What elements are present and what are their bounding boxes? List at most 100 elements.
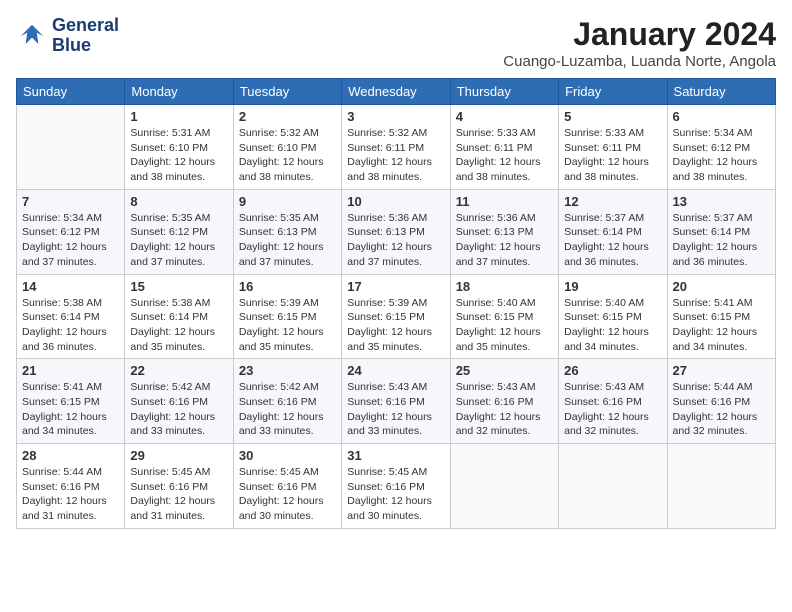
calendar-cell: 16 Sunrise: 5:39 AM Sunset: 6:15 PM Dayl… xyxy=(233,274,341,359)
calendar-day-header: Wednesday xyxy=(342,79,450,105)
day-number: 22 xyxy=(130,363,227,378)
calendar-cell: 22 Sunrise: 5:42 AM Sunset: 6:16 PM Dayl… xyxy=(125,359,233,444)
daylight-text: Daylight: 12 hours and 37 minutes. xyxy=(239,241,324,268)
day-info: Sunrise: 5:45 AM Sunset: 6:16 PM Dayligh… xyxy=(239,465,336,524)
calendar-day-header: Monday xyxy=(125,79,233,105)
location-subtitle: Cuango-Luzamba, Luanda Norte, Angola xyxy=(503,53,776,70)
day-info: Sunrise: 5:37 AM Sunset: 6:14 PM Dayligh… xyxy=(673,211,770,270)
day-number: 12 xyxy=(564,194,661,209)
sunset-text: Sunset: 6:12 PM xyxy=(130,226,208,238)
day-number: 2 xyxy=(239,109,336,124)
calendar-header-row: SundayMondayTuesdayWednesdayThursdayFrid… xyxy=(17,79,776,105)
sunrise-text: Sunrise: 5:40 AM xyxy=(564,297,644,309)
calendar-cell: 27 Sunrise: 5:44 AM Sunset: 6:16 PM Dayl… xyxy=(667,359,775,444)
day-number: 27 xyxy=(673,363,770,378)
daylight-text: Daylight: 12 hours and 36 minutes. xyxy=(22,326,107,353)
sunrise-text: Sunrise: 5:35 AM xyxy=(239,212,319,224)
daylight-text: Daylight: 12 hours and 35 minutes. xyxy=(347,326,432,353)
calendar-cell: 28 Sunrise: 5:44 AM Sunset: 6:16 PM Dayl… xyxy=(17,444,125,529)
calendar-cell: 3 Sunrise: 5:32 AM Sunset: 6:11 PM Dayli… xyxy=(342,105,450,190)
sunset-text: Sunset: 6:13 PM xyxy=(239,226,317,238)
day-info: Sunrise: 5:37 AM Sunset: 6:14 PM Dayligh… xyxy=(564,211,661,270)
calendar-cell: 23 Sunrise: 5:42 AM Sunset: 6:16 PM Dayl… xyxy=(233,359,341,444)
calendar-week-row: 21 Sunrise: 5:41 AM Sunset: 6:15 PM Dayl… xyxy=(17,359,776,444)
day-number: 24 xyxy=(347,363,444,378)
daylight-text: Daylight: 12 hours and 37 minutes. xyxy=(456,241,541,268)
day-info: Sunrise: 5:40 AM Sunset: 6:15 PM Dayligh… xyxy=(456,296,553,355)
sunrise-text: Sunrise: 5:42 AM xyxy=(130,381,210,393)
day-info: Sunrise: 5:42 AM Sunset: 6:16 PM Dayligh… xyxy=(130,380,227,439)
calendar-cell: 14 Sunrise: 5:38 AM Sunset: 6:14 PM Dayl… xyxy=(17,274,125,359)
sunrise-text: Sunrise: 5:35 AM xyxy=(130,212,210,224)
day-info: Sunrise: 5:33 AM Sunset: 6:11 PM Dayligh… xyxy=(564,126,661,185)
day-info: Sunrise: 5:36 AM Sunset: 6:13 PM Dayligh… xyxy=(347,211,444,270)
day-number: 30 xyxy=(239,448,336,463)
day-number: 1 xyxy=(130,109,227,124)
month-year-title: January 2024 xyxy=(503,16,776,53)
day-info: Sunrise: 5:36 AM Sunset: 6:13 PM Dayligh… xyxy=(456,211,553,270)
calendar-cell: 26 Sunrise: 5:43 AM Sunset: 6:16 PM Dayl… xyxy=(559,359,667,444)
calendar-week-row: 14 Sunrise: 5:38 AM Sunset: 6:14 PM Dayl… xyxy=(17,274,776,359)
sunrise-text: Sunrise: 5:44 AM xyxy=(673,381,753,393)
calendar-cell: 31 Sunrise: 5:45 AM Sunset: 6:16 PM Dayl… xyxy=(342,444,450,529)
logo-text: General Blue xyxy=(52,16,119,56)
day-number: 26 xyxy=(564,363,661,378)
calendar-cell: 2 Sunrise: 5:32 AM Sunset: 6:10 PM Dayli… xyxy=(233,105,341,190)
calendar-cell: 13 Sunrise: 5:37 AM Sunset: 6:14 PM Dayl… xyxy=(667,189,775,274)
daylight-text: Daylight: 12 hours and 33 minutes. xyxy=(239,411,324,438)
sunset-text: Sunset: 6:13 PM xyxy=(347,226,425,238)
calendar-cell xyxy=(17,105,125,190)
sunset-text: Sunset: 6:16 PM xyxy=(347,481,425,493)
day-number: 3 xyxy=(347,109,444,124)
sunrise-text: Sunrise: 5:37 AM xyxy=(673,212,753,224)
daylight-text: Daylight: 12 hours and 32 minutes. xyxy=(673,411,758,438)
day-info: Sunrise: 5:43 AM Sunset: 6:16 PM Dayligh… xyxy=(456,380,553,439)
sunrise-text: Sunrise: 5:41 AM xyxy=(22,381,102,393)
day-info: Sunrise: 5:41 AM Sunset: 6:15 PM Dayligh… xyxy=(22,380,119,439)
calendar-cell xyxy=(450,444,558,529)
sunset-text: Sunset: 6:11 PM xyxy=(347,142,424,154)
calendar-cell: 25 Sunrise: 5:43 AM Sunset: 6:16 PM Dayl… xyxy=(450,359,558,444)
daylight-text: Daylight: 12 hours and 32 minutes. xyxy=(564,411,649,438)
daylight-text: Daylight: 12 hours and 31 minutes. xyxy=(22,495,107,522)
day-number: 28 xyxy=(22,448,119,463)
day-number: 31 xyxy=(347,448,444,463)
daylight-text: Daylight: 12 hours and 32 minutes. xyxy=(456,411,541,438)
day-number: 23 xyxy=(239,363,336,378)
day-info: Sunrise: 5:32 AM Sunset: 6:10 PM Dayligh… xyxy=(239,126,336,185)
daylight-text: Daylight: 12 hours and 33 minutes. xyxy=(130,411,215,438)
calendar-week-row: 7 Sunrise: 5:34 AM Sunset: 6:12 PM Dayli… xyxy=(17,189,776,274)
sunrise-text: Sunrise: 5:44 AM xyxy=(22,466,102,478)
calendar-day-header: Saturday xyxy=(667,79,775,105)
sunrise-text: Sunrise: 5:33 AM xyxy=(564,127,644,139)
day-number: 6 xyxy=(673,109,770,124)
day-number: 20 xyxy=(673,279,770,294)
calendar-day-header: Friday xyxy=(559,79,667,105)
sunrise-text: Sunrise: 5:34 AM xyxy=(673,127,753,139)
sunrise-text: Sunrise: 5:43 AM xyxy=(456,381,536,393)
day-number: 8 xyxy=(130,194,227,209)
calendar-day-header: Thursday xyxy=(450,79,558,105)
sunset-text: Sunset: 6:14 PM xyxy=(130,311,208,323)
daylight-text: Daylight: 12 hours and 30 minutes. xyxy=(347,495,432,522)
calendar-day-header: Tuesday xyxy=(233,79,341,105)
day-info: Sunrise: 5:32 AM Sunset: 6:11 PM Dayligh… xyxy=(347,126,444,185)
day-number: 15 xyxy=(130,279,227,294)
sunrise-text: Sunrise: 5:45 AM xyxy=(239,466,319,478)
title-block: January 2024 Cuango-Luzamba, Luanda Nort… xyxy=(503,16,776,70)
calendar-cell: 9 Sunrise: 5:35 AM Sunset: 6:13 PM Dayli… xyxy=(233,189,341,274)
sunrise-text: Sunrise: 5:37 AM xyxy=(564,212,644,224)
sunrise-text: Sunrise: 5:38 AM xyxy=(130,297,210,309)
sunset-text: Sunset: 6:16 PM xyxy=(239,481,317,493)
calendar-cell: 20 Sunrise: 5:41 AM Sunset: 6:15 PM Dayl… xyxy=(667,274,775,359)
day-info: Sunrise: 5:44 AM Sunset: 6:16 PM Dayligh… xyxy=(22,465,119,524)
day-number: 9 xyxy=(239,194,336,209)
daylight-text: Daylight: 12 hours and 34 minutes. xyxy=(22,411,107,438)
logo: General Blue xyxy=(16,16,119,56)
daylight-text: Daylight: 12 hours and 38 minutes. xyxy=(130,156,215,183)
daylight-text: Daylight: 12 hours and 34 minutes. xyxy=(673,326,758,353)
day-info: Sunrise: 5:43 AM Sunset: 6:16 PM Dayligh… xyxy=(347,380,444,439)
day-number: 11 xyxy=(456,194,553,209)
calendar-cell: 24 Sunrise: 5:43 AM Sunset: 6:16 PM Dayl… xyxy=(342,359,450,444)
sunrise-text: Sunrise: 5:45 AM xyxy=(130,466,210,478)
